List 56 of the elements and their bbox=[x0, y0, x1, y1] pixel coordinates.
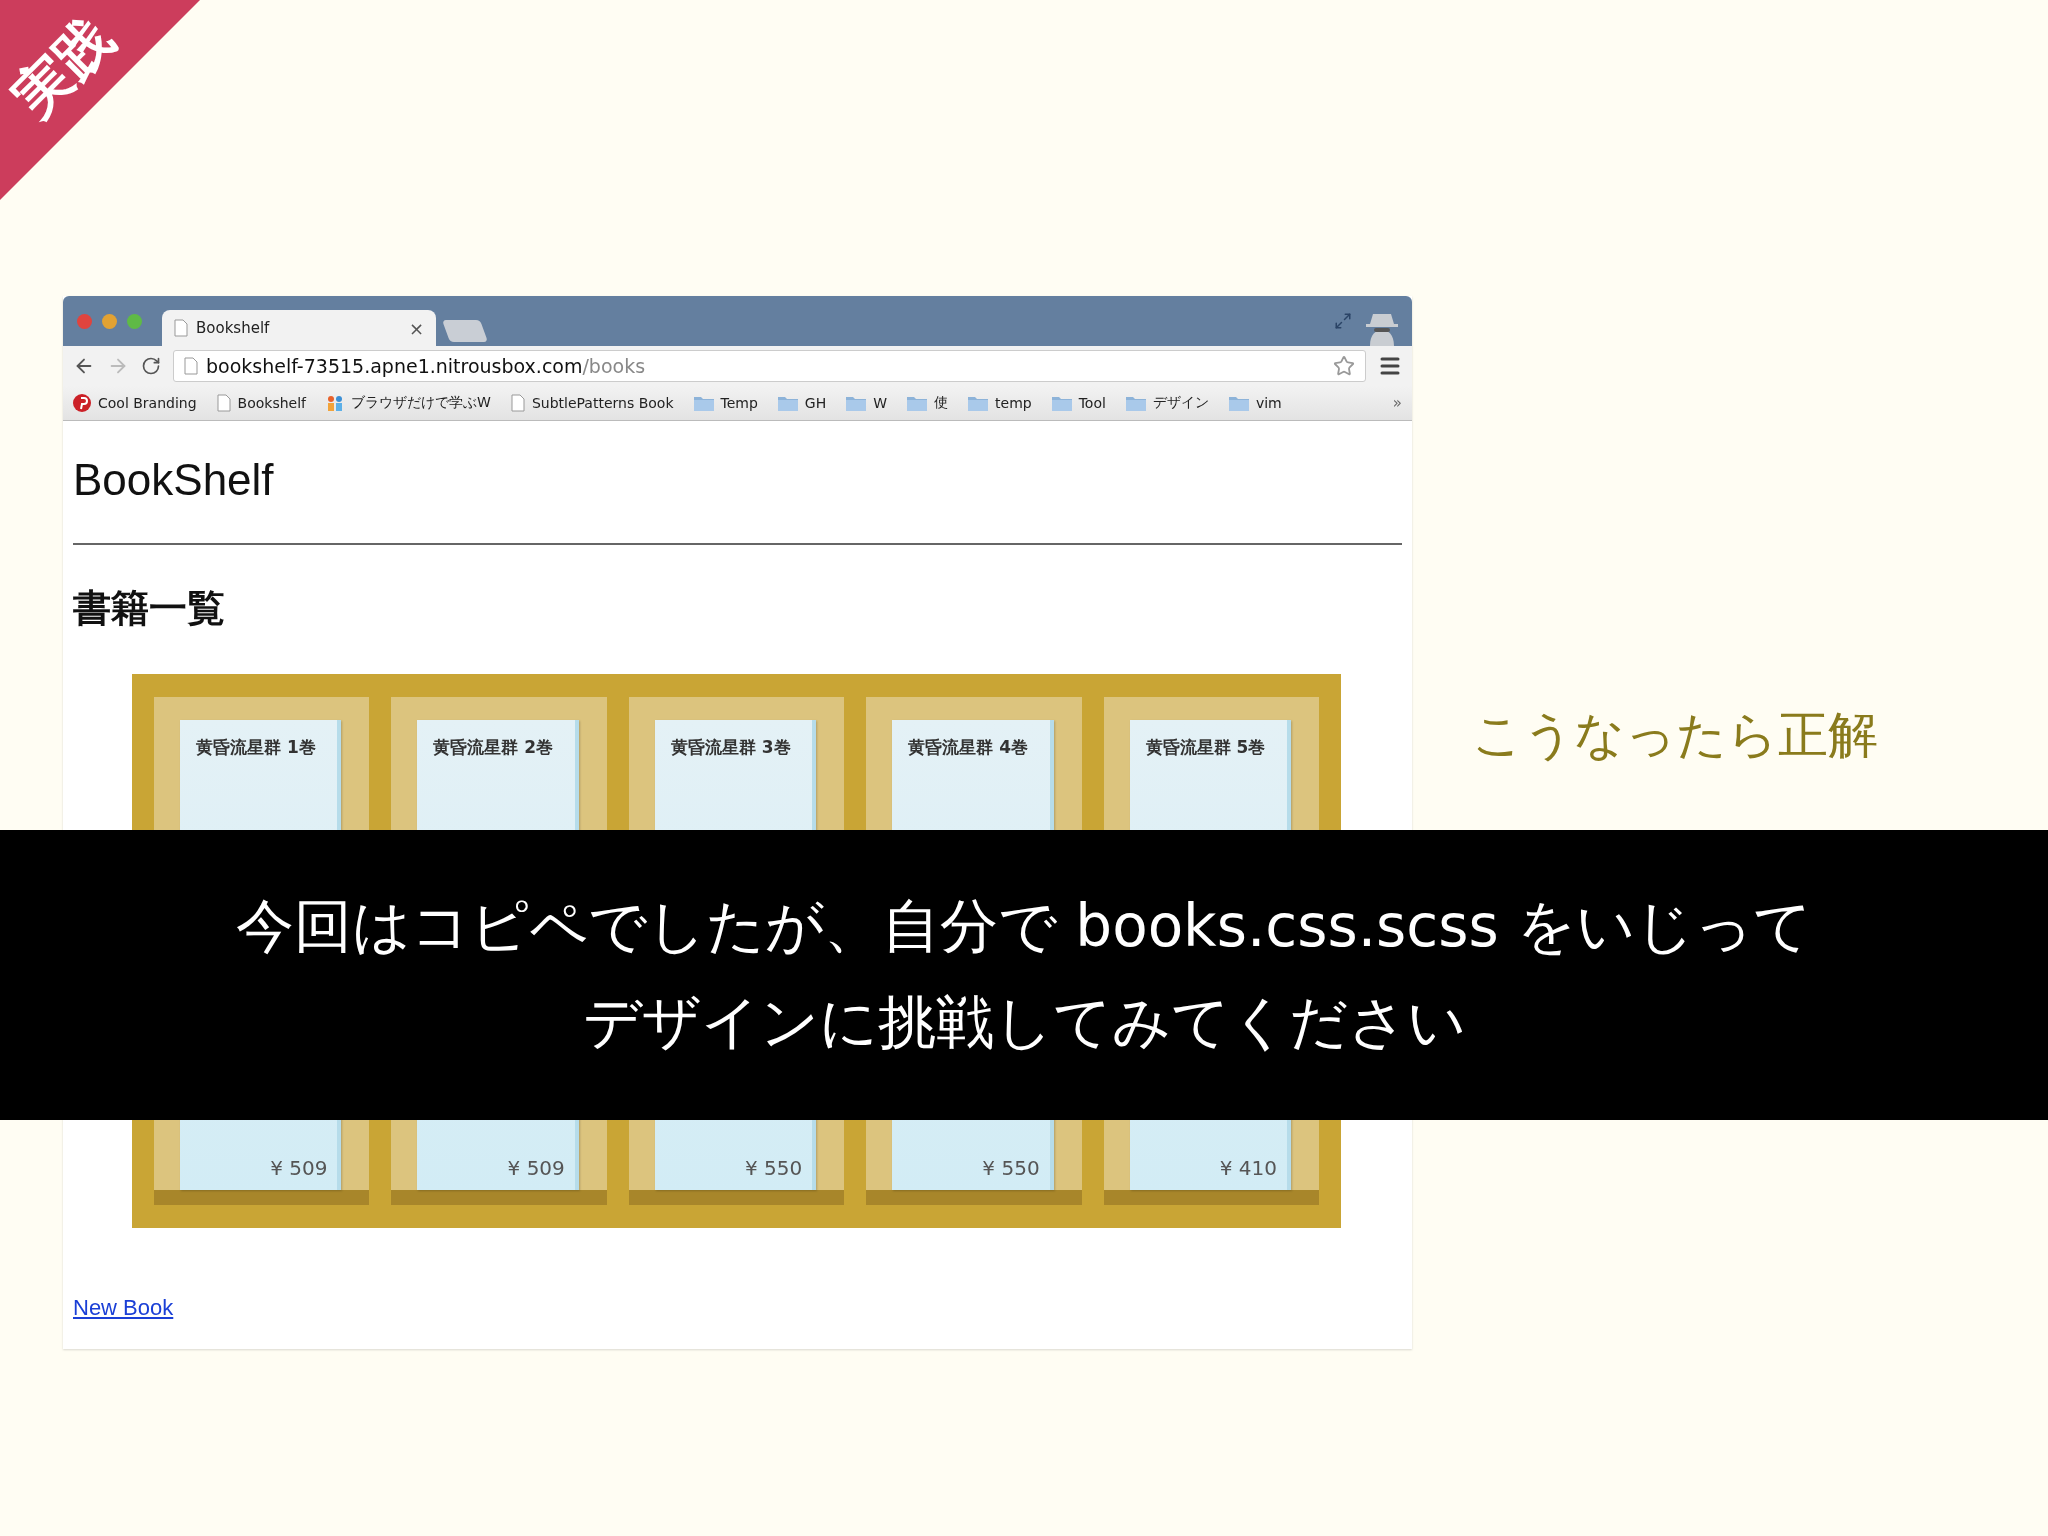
people-icon bbox=[326, 394, 345, 412]
bookmark[interactable]: Temp bbox=[693, 395, 758, 411]
book-price: ¥ 410 bbox=[1219, 1156, 1278, 1180]
page-icon bbox=[510, 394, 525, 412]
bookmark[interactable]: W bbox=[846, 395, 888, 411]
badge-label: 実践 bbox=[0, 3, 127, 132]
bookmark[interactable]: デザイン bbox=[1125, 394, 1209, 412]
folder-icon bbox=[907, 395, 928, 411]
tab-close-button[interactable]: × bbox=[408, 317, 424, 339]
maximize-button[interactable] bbox=[127, 313, 142, 329]
bookmark[interactable]: ブラウザだけで学ぶW bbox=[326, 394, 491, 412]
pinterest-icon bbox=[73, 394, 91, 412]
book-price: ¥ 550 bbox=[744, 1156, 803, 1180]
page-icon bbox=[184, 357, 198, 375]
new-tab-button[interactable] bbox=[442, 320, 488, 342]
folder-icon bbox=[968, 395, 989, 411]
folder-icon bbox=[1228, 395, 1249, 411]
book-price: ¥ 509 bbox=[507, 1156, 565, 1180]
folder-icon bbox=[1051, 395, 1072, 411]
fullscreen-icon[interactable] bbox=[1334, 312, 1352, 330]
address-bar[interactable]: bookshelf-73515.apne1.nitrousbox.com/books bbox=[173, 350, 1366, 382]
book-title: 黄昏流星群 4巻 bbox=[908, 736, 1029, 759]
book-title: 黄昏流星群 1巻 bbox=[196, 736, 317, 759]
reload-icon[interactable] bbox=[141, 356, 161, 376]
folder-icon bbox=[1125, 395, 1146, 411]
book-price: ¥ 509 bbox=[270, 1156, 328, 1180]
caption-line: 今回はコピペでしたが、自分で books.css.scss をいじって bbox=[235, 891, 1813, 962]
book-title: 黄昏流星群 3巻 bbox=[670, 736, 792, 759]
book-price: ¥ 550 bbox=[982, 1156, 1040, 1180]
bookmark[interactable]: Cool Branding bbox=[73, 394, 197, 412]
caption-line: デザインに挑戦してみてください bbox=[582, 987, 1466, 1058]
folder-icon bbox=[846, 395, 867, 411]
new-book-link[interactable]: New Book bbox=[73, 1295, 1402, 1321]
star-icon[interactable] bbox=[1333, 355, 1355, 377]
folder-icon bbox=[777, 395, 798, 411]
book-title: 黄昏流星群 2巻 bbox=[433, 736, 555, 759]
bookmark[interactable]: 使 bbox=[907, 394, 949, 412]
url-path: /books bbox=[582, 355, 646, 377]
side-note: こうなったら正解 bbox=[1472, 705, 1878, 766]
bookmark[interactable]: Tool bbox=[1051, 395, 1106, 411]
tab-title: Bookshelf bbox=[196, 319, 271, 337]
book-title: 黄昏流星群 5巻 bbox=[1145, 736, 1267, 759]
folder-icon bbox=[693, 395, 714, 411]
bookmark[interactable]: Bookshelf bbox=[216, 394, 307, 412]
section-heading: 書籍一覧 bbox=[73, 585, 226, 632]
browser-tab[interactable]: Bookshelf × bbox=[162, 310, 436, 346]
bookmark[interactable]: GH bbox=[777, 395, 827, 411]
more-bookmarks-button[interactable]: » bbox=[1392, 394, 1402, 412]
url-host: bookshelf-73515.apne1.nitrousbox.com bbox=[206, 355, 583, 377]
page-icon bbox=[174, 319, 188, 337]
bookmark[interactable]: temp bbox=[968, 395, 1032, 411]
bookmark[interactable]: SubtlePatterns Book bbox=[510, 394, 674, 412]
page-title: BookShelf bbox=[73, 455, 275, 505]
bookmark[interactable]: vim bbox=[1228, 395, 1282, 411]
minimize-button[interactable] bbox=[102, 313, 117, 329]
page-icon bbox=[216, 394, 231, 412]
